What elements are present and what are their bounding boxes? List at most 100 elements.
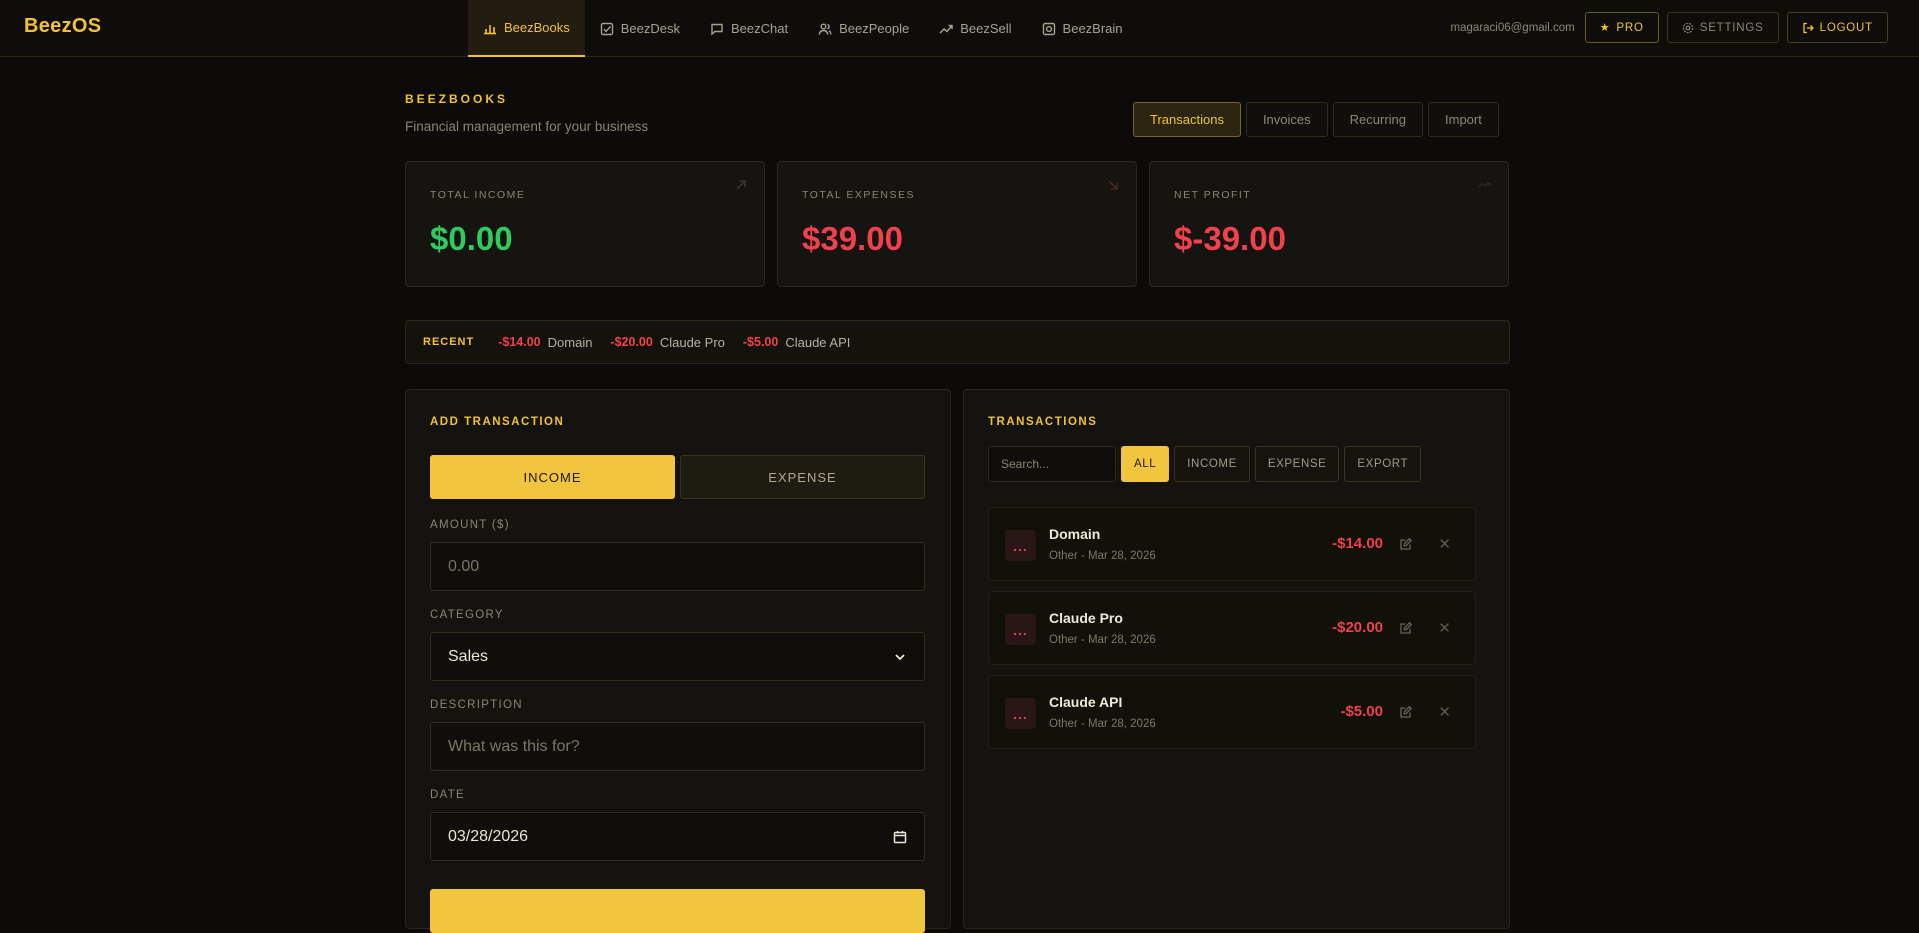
transaction-name: Domain xyxy=(1049,526,1101,542)
transaction-meta: Other - Mar 28, 2026 xyxy=(1049,550,1156,562)
transaction-row[interactable]: ... Domain Other - Mar 28, 2026 -$14.00 … xyxy=(988,507,1476,581)
recent-item[interactable]: -$20.00 Claude Pro xyxy=(610,335,724,350)
filter-income-button[interactable]: INCOME xyxy=(1174,446,1250,482)
date-value: 03/28/2026 xyxy=(448,827,529,845)
page-title: BEEZBOOKS xyxy=(405,92,509,106)
delete-icon[interactable]: ✕ xyxy=(1438,703,1451,721)
stat-label: TOTAL EXPENSES xyxy=(802,189,916,201)
recent-amount: -$5.00 xyxy=(742,335,779,349)
app-logo[interactable]: BeezOS xyxy=(24,15,101,38)
edit-icon[interactable] xyxy=(1399,705,1413,719)
description-label: DESCRIPTION xyxy=(430,699,523,711)
logout-button[interactable]: LOGOUT xyxy=(1786,12,1888,43)
expense-type-button[interactable]: EXPENSE xyxy=(680,455,925,499)
settings-button[interactable]: SETTINGS xyxy=(1666,12,1779,43)
transaction-meta: Other - Mar 28, 2026 xyxy=(1049,718,1156,730)
delete-icon[interactable]: ✕ xyxy=(1438,535,1451,553)
nav-app-label: BeezDesk xyxy=(620,21,681,36)
add-transaction-submit-button[interactable] xyxy=(430,889,925,933)
settings-label: SETTINGS xyxy=(1699,21,1764,34)
arrow-down-right-icon xyxy=(1108,180,1118,190)
recent-amount: -$20.00 xyxy=(610,335,653,349)
net-profit-value: $-39.00 xyxy=(1174,220,1286,257)
edit-icon[interactable] xyxy=(1399,621,1413,635)
brain-box-icon xyxy=(1042,22,1055,35)
search-input[interactable]: Search... xyxy=(988,446,1116,482)
description-placeholder: What was this for? xyxy=(448,737,580,755)
filter-all-button[interactable]: ALL xyxy=(1121,446,1170,482)
pro-label: PRO xyxy=(1616,21,1644,34)
recent-amount: -$14.00 xyxy=(498,335,541,349)
category-value: Sales xyxy=(448,647,489,665)
amount-input[interactable]: 0.00 xyxy=(430,542,925,591)
page-subtitle: Financial management for your business xyxy=(405,119,649,134)
nav-app-label: BeezBooks xyxy=(504,20,570,35)
arrow-up-right-icon xyxy=(736,180,746,190)
transaction-row[interactable]: ... Claude API Other - Mar 28, 2026 -$5.… xyxy=(988,675,1476,749)
sparkline-icon xyxy=(1478,182,1492,188)
users-icon xyxy=(818,23,832,35)
calendar-icon[interactable] xyxy=(893,830,907,844)
transactions-title: TRANSACTIONS xyxy=(988,416,1098,428)
logout-label: LOGOUT xyxy=(1819,21,1873,34)
view-tabs: Transactions Invoices Recurring Import xyxy=(1133,102,1499,137)
recent-item[interactable]: -$5.00 Claude API xyxy=(743,335,851,350)
description-input[interactable]: What was this for? xyxy=(430,722,925,771)
income-type-button[interactable]: INCOME xyxy=(430,455,675,499)
nav-app-beezbrain[interactable]: BeezBrain xyxy=(1027,0,1138,57)
add-transaction-title: ADD TRANSACTION xyxy=(430,416,565,428)
recent-name: Claude API xyxy=(785,334,851,350)
transactions-panel: TRANSACTIONS Search... ALL INCOME EXPENS… xyxy=(963,389,1510,929)
date-label: DATE xyxy=(430,789,466,801)
chat-bubble-icon xyxy=(711,23,723,35)
pro-button[interactable]: ★ PRO xyxy=(1584,12,1659,43)
chevron-down-icon xyxy=(895,653,905,660)
nav-app-label: BeezChat xyxy=(731,21,789,36)
recent-label: RECENT xyxy=(423,336,475,348)
check-square-icon xyxy=(600,22,613,35)
transaction-name: Claude Pro xyxy=(1049,610,1123,626)
total-income-card: TOTAL INCOME $0.00 xyxy=(405,161,765,287)
tab-invoices[interactable]: Invoices xyxy=(1245,102,1328,137)
recent-item[interactable]: -$14.00 Domain xyxy=(498,335,592,350)
logout-icon xyxy=(1802,22,1814,33)
category-select[interactable]: Sales xyxy=(430,632,925,681)
category-other-icon: ... xyxy=(1005,614,1036,645)
nav-app-beezdesk[interactable]: BeezDesk xyxy=(585,0,695,57)
gear-icon xyxy=(1682,22,1693,33)
transaction-meta: Other - Mar 28, 2026 xyxy=(1049,634,1156,646)
nav-app-beezbooks[interactable]: BeezBooks xyxy=(468,0,585,57)
total-expenses-value: $39.00 xyxy=(802,220,903,257)
category-label: CATEGORY xyxy=(430,609,504,621)
user-email: magaraci06@gmail.com xyxy=(1450,21,1575,34)
filter-expense-button[interactable]: EXPENSE xyxy=(1254,446,1340,482)
transaction-amount: -$14.00 xyxy=(1332,535,1383,552)
recent-name: Claude Pro xyxy=(659,334,725,350)
edit-icon[interactable] xyxy=(1399,537,1413,551)
stat-label: NET PROFIT xyxy=(1174,189,1252,201)
nav-app-beezsell[interactable]: BeezSell xyxy=(924,0,1026,57)
trending-up-icon xyxy=(939,24,953,34)
export-button[interactable]: EXPORT xyxy=(1344,446,1422,482)
nav-app-beezchat[interactable]: BeezChat xyxy=(695,0,803,57)
transaction-list: ... Domain Other - Mar 28, 2026 -$14.00 … xyxy=(988,507,1476,759)
delete-icon[interactable]: ✕ xyxy=(1438,619,1451,637)
tab-recurring[interactable]: Recurring xyxy=(1332,102,1423,137)
recent-transactions-strip: RECENT -$14.00 Domain -$20.00 Claude Pro… xyxy=(405,320,1510,364)
total-expenses-card: TOTAL EXPENSES $39.00 xyxy=(777,161,1137,287)
date-input[interactable]: 03/28/2026 xyxy=(430,812,925,861)
recent-name: Domain xyxy=(547,334,593,350)
nav-app-beezpeople[interactable]: BeezPeople xyxy=(803,0,924,57)
bar-chart-icon xyxy=(484,24,496,34)
top-navbar: BeezOS BeezBooks BeezDesk BeezChat BeezP… xyxy=(0,0,1919,57)
transaction-amount: -$20.00 xyxy=(1332,619,1383,636)
tab-transactions[interactable]: Transactions xyxy=(1133,102,1241,137)
net-profit-card: NET PROFIT $-39.00 xyxy=(1149,161,1509,287)
tab-import[interactable]: Import xyxy=(1428,102,1499,137)
amount-placeholder: 0.00 xyxy=(448,557,480,575)
transaction-amount: -$5.00 xyxy=(1340,703,1383,720)
transaction-row[interactable]: ... Claude Pro Other - Mar 28, 2026 -$20… xyxy=(988,591,1476,665)
transaction-name: Claude API xyxy=(1049,694,1123,710)
nav-app-label: BeezSell xyxy=(960,21,1012,36)
transaction-filters: Search... ALL INCOME EXPENSE EXPORT xyxy=(988,446,1422,482)
